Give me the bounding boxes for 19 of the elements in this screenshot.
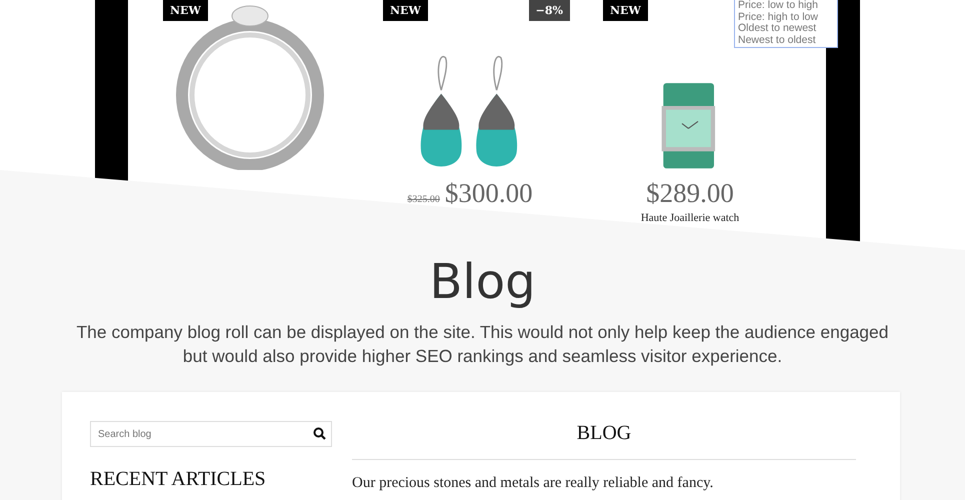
section-description: The company blog roll can be displayed on the site. This would not only help keep the audience engaged but would also provide higher SEO rankings and seamless visitor experience. — [75, 321, 890, 368]
search-icon[interactable] — [313, 427, 326, 440]
search-field[interactable]: Search blog — [90, 421, 332, 447]
sort-option[interactable]: Oldest to newest — [738, 23, 834, 34]
old-price: $325.00 — [407, 194, 440, 205]
new-badge: NEW — [603, 0, 648, 21]
product-price: $300.00 — [444, 178, 533, 209]
new-badge: NEW — [383, 0, 428, 21]
sort-option[interactable]: Newest to oldest — [738, 34, 834, 46]
product-price: $289.00 — [646, 178, 734, 209]
blog-excerpt: Our precious stones and metals are really reliable and fancy. — [352, 474, 714, 492]
discount-badge: −8% — [528, 0, 570, 21]
section-title: Blog — [429, 253, 536, 312]
recent-articles-heading: RECENT ARTICLES — [90, 467, 267, 491]
blog-heading: BLOG — [576, 421, 632, 445]
sort-option[interactable]: Price: low to high — [738, 0, 834, 12]
new-badge: NEW — [163, 0, 208, 21]
product-name: Haute Joaillerie watch — [640, 212, 740, 224]
sort-option[interactable]: Price: high to low — [738, 12, 834, 23]
